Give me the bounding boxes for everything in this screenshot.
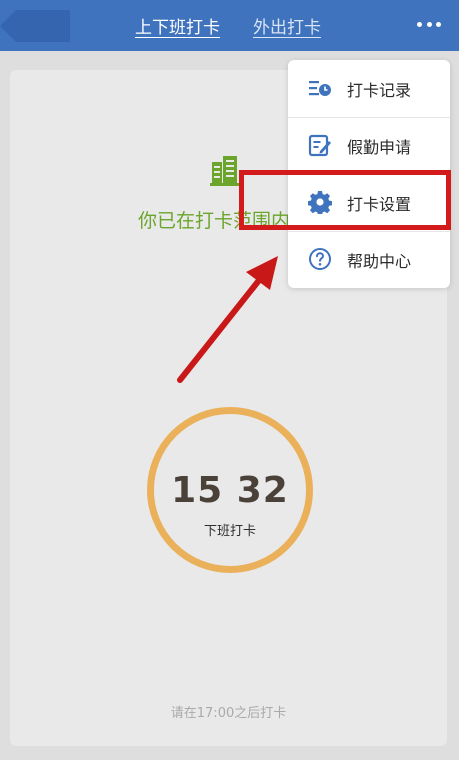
menu-item-help-center[interactable]: 帮助中心	[288, 231, 450, 288]
clock-list-icon	[309, 81, 331, 96]
punch-hint: 请在17:00之后打卡	[170, 706, 287, 721]
more-dot-icon	[426, 21, 432, 27]
top-bar: 上下班打卡 外出打卡	[0, 0, 459, 51]
tab-commute-punch[interactable]: 上下班打卡	[135, 13, 220, 38]
menu-item-leave-request[interactable]: 假勤申请	[288, 117, 450, 174]
menu-item-label: 帮助中心	[347, 252, 412, 271]
menu-item-label: 打卡记录	[347, 81, 412, 100]
current-time: 15 32	[171, 470, 289, 511]
edit-form-icon	[308, 134, 331, 157]
more-menu-button[interactable]	[417, 16, 441, 32]
more-dot-icon	[436, 21, 441, 27]
more-dot-icon	[417, 21, 422, 27]
annotation-arrow-icon	[177, 256, 278, 383]
punch-label: 下班打卡	[203, 524, 256, 539]
tab-outside-punch[interactable]: 外出打卡	[253, 13, 321, 38]
help-icon	[309, 248, 331, 270]
menu-item-punch-records[interactable]: 打卡记录	[288, 60, 450, 117]
back-button[interactable]	[0, 10, 70, 42]
menu-item-label: 假勤申请	[347, 138, 412, 157]
punch-button[interactable]: 15 32 下班打卡	[147, 407, 313, 573]
annotation-highlight-box	[239, 170, 451, 230]
